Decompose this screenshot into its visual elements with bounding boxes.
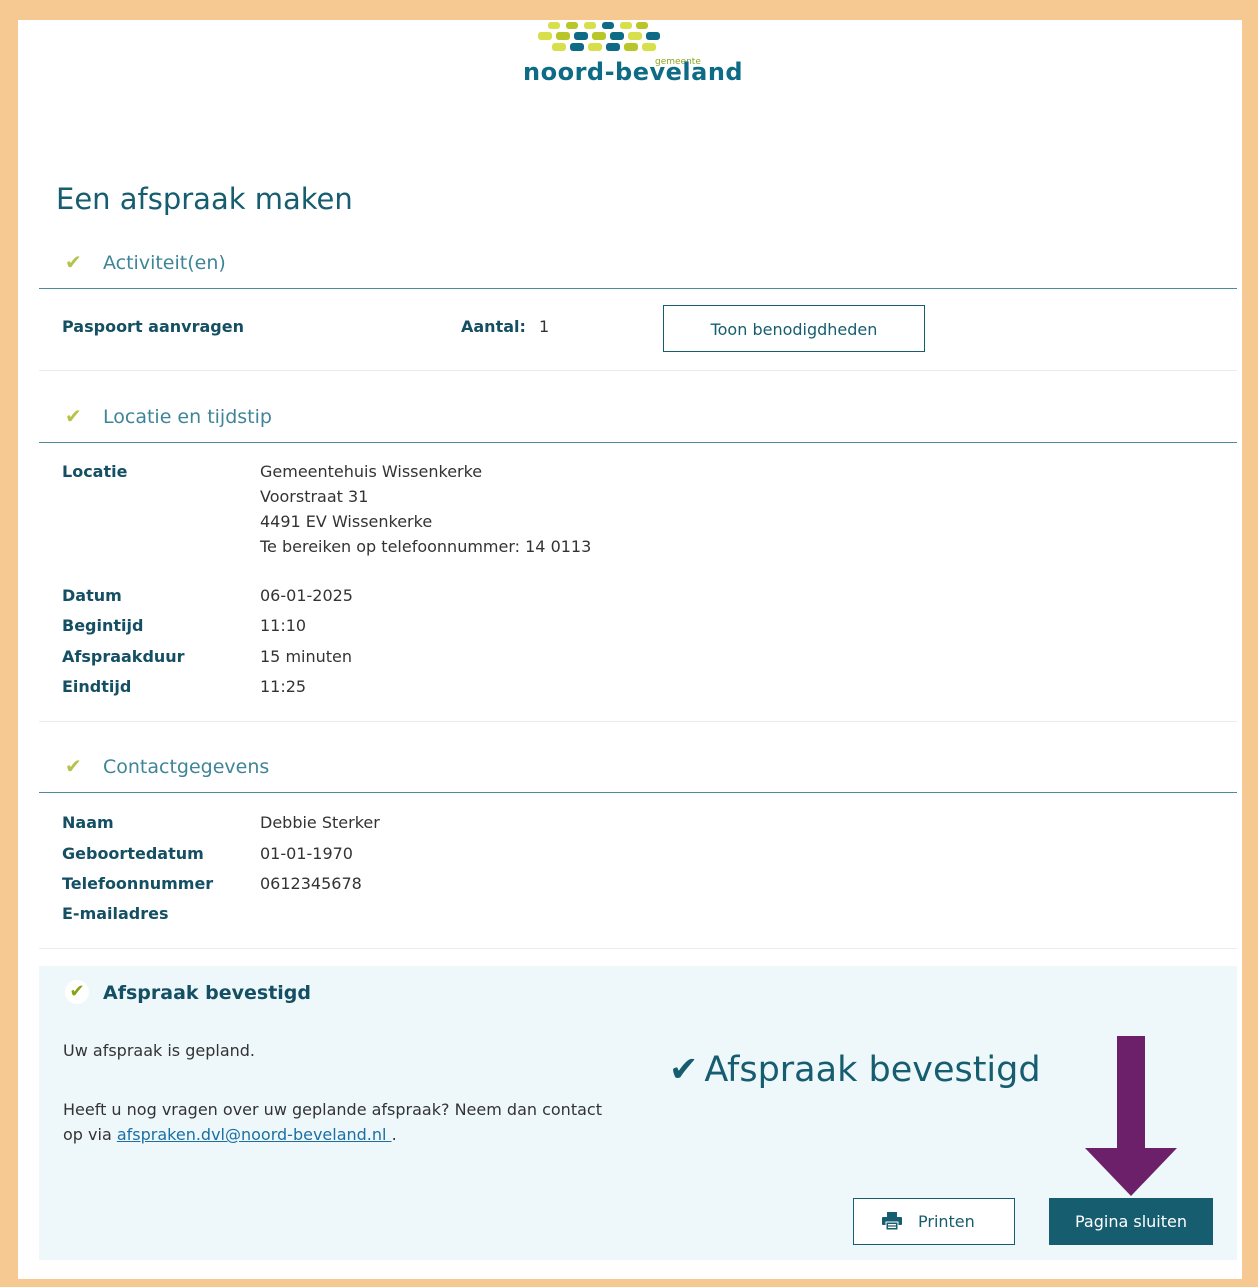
section-contact-title: Contactgegevens xyxy=(103,756,270,778)
check-icon: ✔ xyxy=(65,980,89,1004)
check-icon: ✔ xyxy=(65,754,82,778)
phone-value: 0612345678 xyxy=(260,874,362,893)
confirmation-contact-info: Heeft u nog vragen over uw geplande afsp… xyxy=(63,1097,623,1147)
logo-text: noord-beveland xyxy=(523,58,744,86)
location-label: Locatie xyxy=(62,462,128,481)
end-time-value: 11:25 xyxy=(260,677,307,696)
count-label: Aantal: xyxy=(461,317,526,336)
big-confirmation-text: Afspraak bevestigd xyxy=(704,1050,1041,1090)
close-page-button[interactable]: Pagina sluiten xyxy=(1049,1198,1213,1245)
section-contact-header: ✔ Contactgegevens xyxy=(39,742,1237,793)
email-link[interactable]: afspraken.dvl@noord-beveland.nl xyxy=(117,1125,392,1144)
check-icon: ✔ xyxy=(669,1050,699,1090)
location-line: Te bereiken op telefoonnummer: 14 0113 xyxy=(260,537,592,556)
activity-product: Paspoort aanvragen xyxy=(62,317,244,336)
divider xyxy=(39,948,1237,949)
confirmation-panel: ✔ Afspraak bevestigd Uw afspraak is gepl… xyxy=(39,966,1237,1260)
birthdate-value: 01-01-1970 xyxy=(260,844,353,863)
email-label: E-mailadres xyxy=(62,904,169,923)
name-label: Naam xyxy=(62,813,114,832)
date-value: 06-01-2025 xyxy=(260,586,353,605)
phone-label: Telefoonnummer xyxy=(62,874,214,893)
show-requirements-button[interactable]: Toon benodigdheden xyxy=(663,305,925,352)
divider xyxy=(39,370,1237,371)
section-location-header: ✔ Locatie en tijdstip xyxy=(39,392,1237,443)
print-label: Printen xyxy=(918,1212,975,1231)
start-time-label: Begintijd xyxy=(62,616,144,635)
divider xyxy=(39,721,1237,722)
big-confirmation: ✔ Afspraak bevestigd xyxy=(669,1050,1041,1090)
activity-count: Aantal: 1 xyxy=(461,317,549,336)
location-line: Voorstraat 31 xyxy=(260,487,369,506)
page-title: Een afspraak maken xyxy=(56,182,353,216)
print-button[interactable]: Printen xyxy=(853,1198,1015,1245)
section-location-title: Locatie en tijdstip xyxy=(103,406,272,428)
confirmation-message: Uw afspraak is gepland. xyxy=(63,1041,256,1060)
location-line: Gemeentehuis Wissenkerke xyxy=(260,462,483,481)
location-address: Gemeentehuis Wissenkerke Voorstraat 31 4… xyxy=(260,459,591,559)
arrow-down-icon xyxy=(1085,1036,1177,1196)
contact-text-end: . xyxy=(391,1125,397,1144)
confirmation-title: Afspraak bevestigd xyxy=(103,982,312,1004)
section-activities-header: ✔ Activiteit(en) xyxy=(39,238,1237,289)
duration-label: Afspraakduur xyxy=(62,647,185,666)
location-line: 4491 EV Wissenkerke xyxy=(260,512,433,531)
count-value: 1 xyxy=(539,317,550,336)
page-frame: gemeente noord-beveland Een afspraak mak… xyxy=(18,20,1242,1279)
name-value: Debbie Sterker xyxy=(260,813,380,832)
end-time-label: Eindtijd xyxy=(62,677,132,696)
start-time-value: 11:10 xyxy=(260,616,307,635)
date-label: Datum xyxy=(62,586,122,605)
printer-icon xyxy=(882,1212,902,1230)
section-activities-title: Activiteit(en) xyxy=(103,252,226,274)
birthdate-label: Geboortedatum xyxy=(62,844,204,863)
check-icon: ✔ xyxy=(65,404,82,428)
check-icon: ✔ xyxy=(65,250,82,274)
duration-value: 15 minuten xyxy=(260,647,353,666)
